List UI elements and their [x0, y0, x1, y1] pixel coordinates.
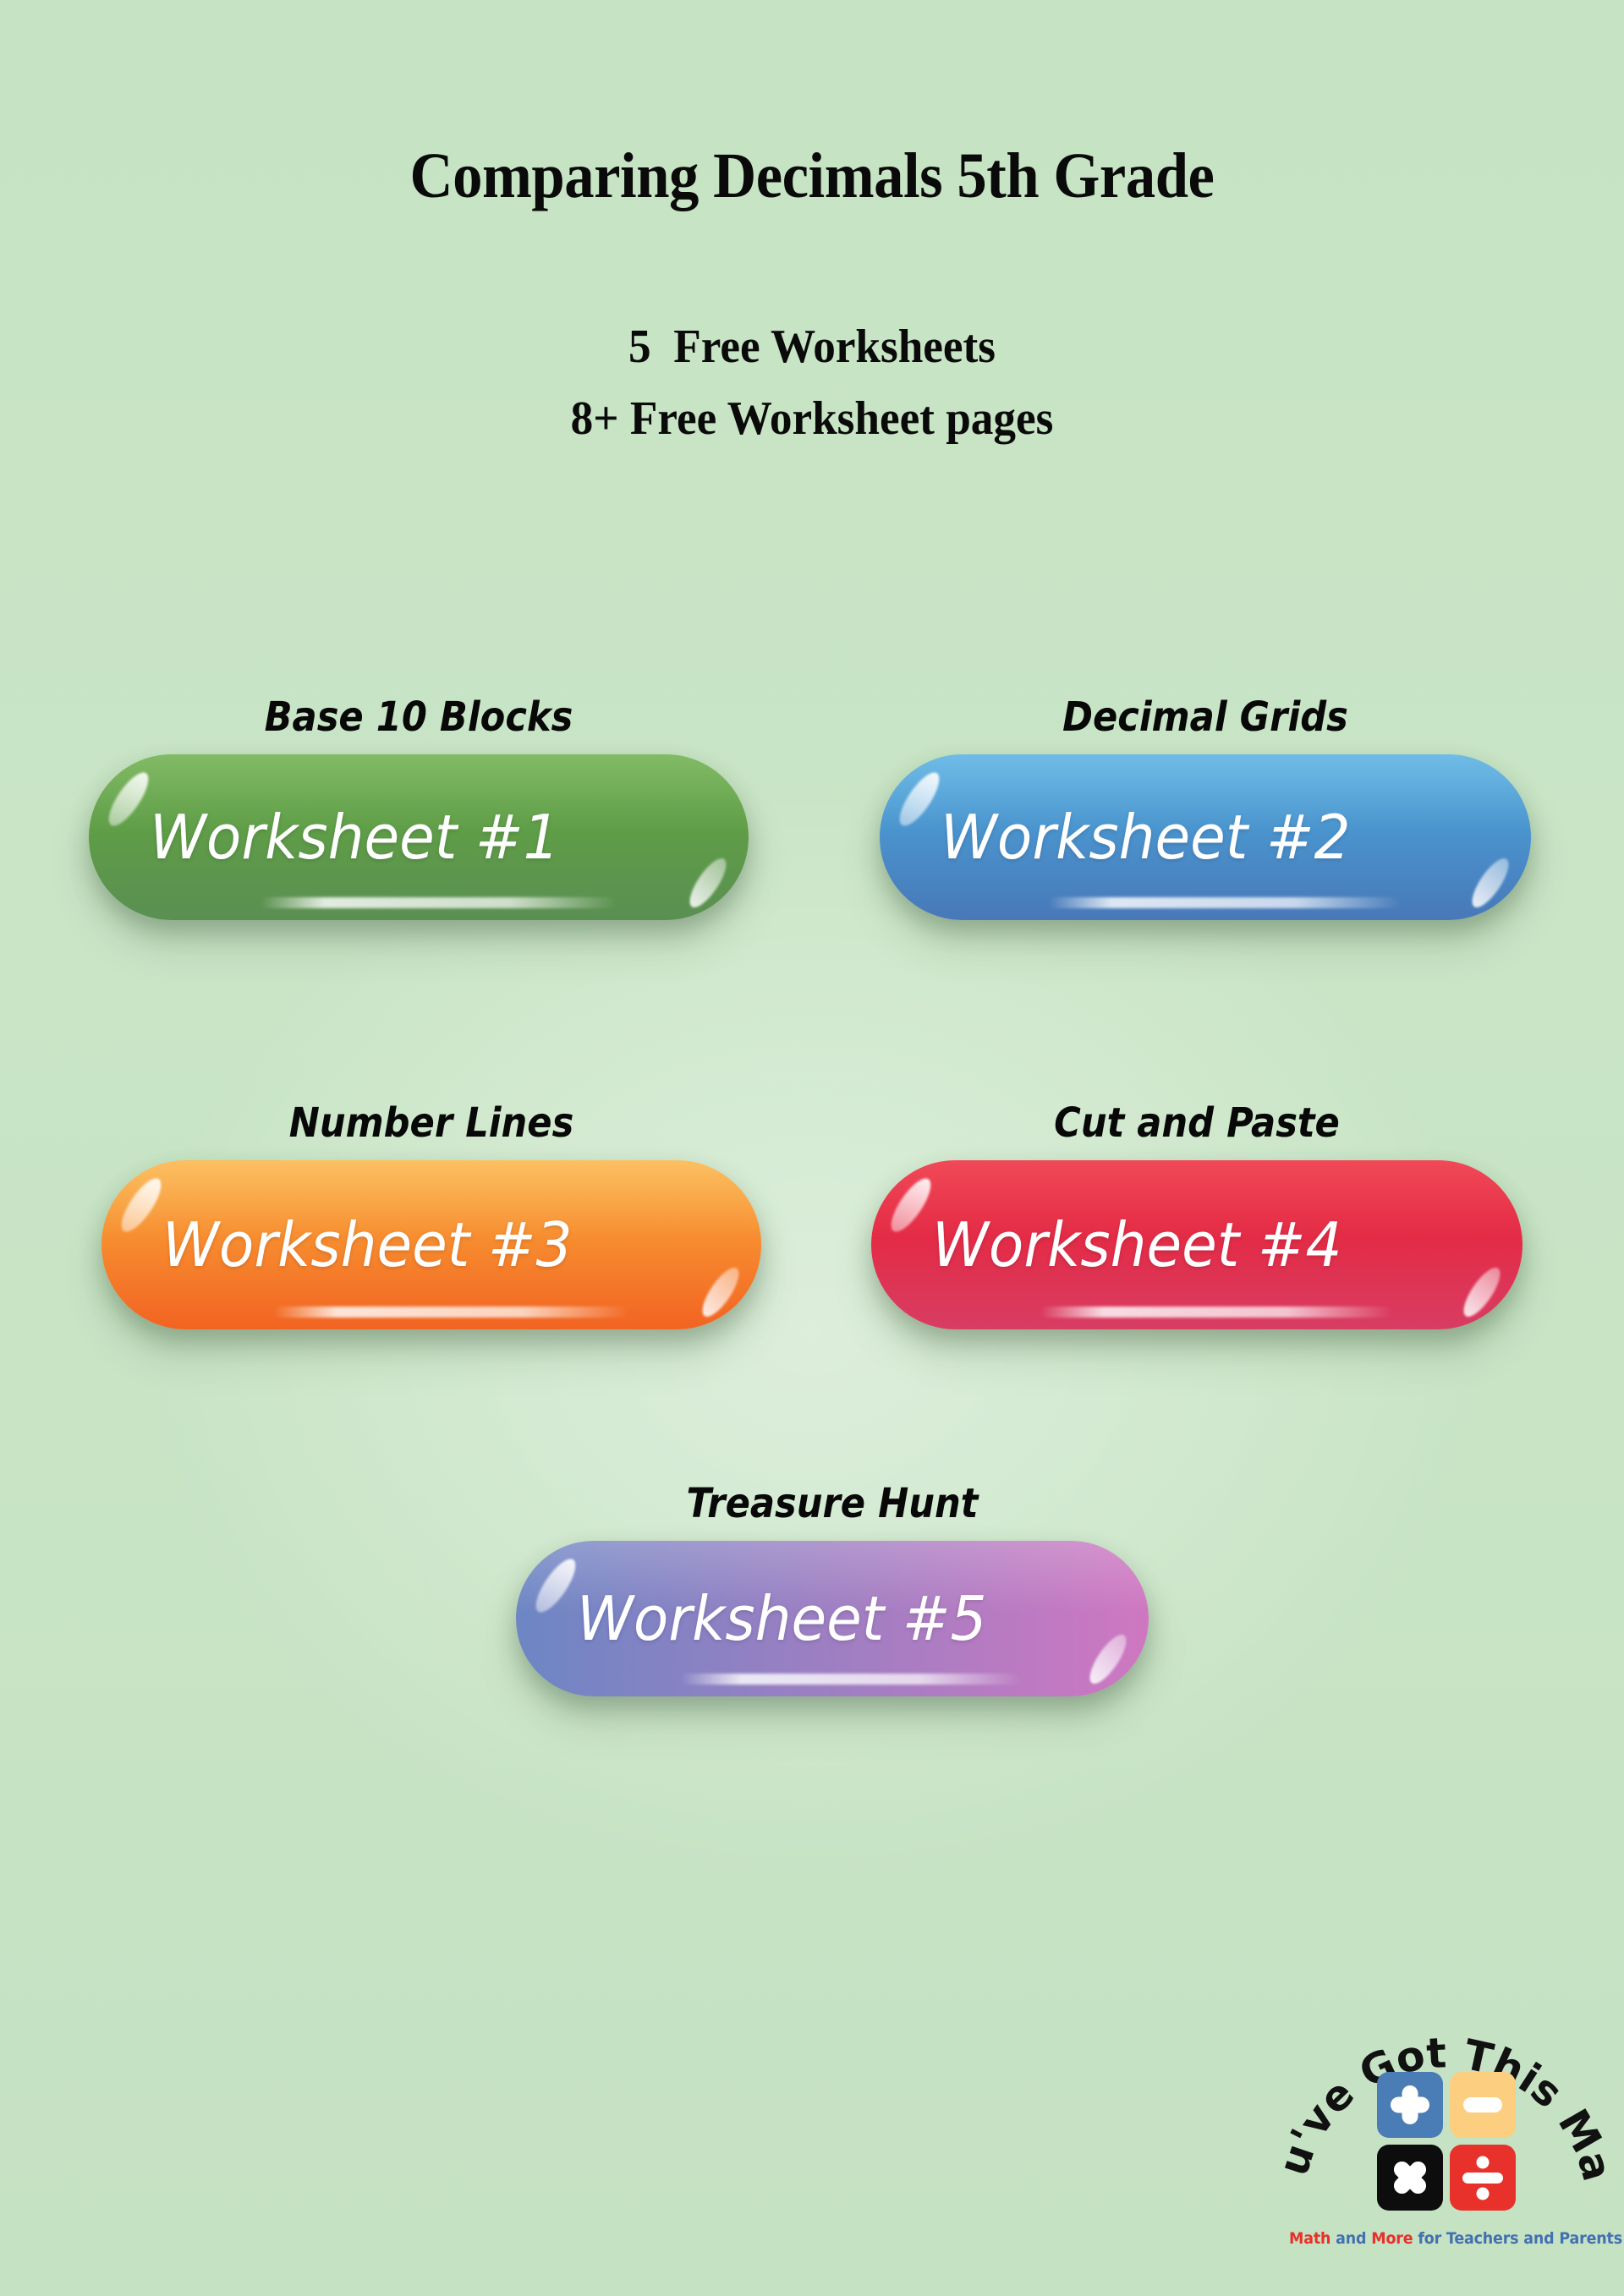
worksheet-button-label-4: Worksheet #4 [932, 1209, 1342, 1280]
subtitle-line-2: 8+ Free Worksheet pages [570, 392, 1054, 446]
multiply-icon [1377, 2145, 1443, 2211]
gloss-streak-bottom-icon [260, 897, 617, 908]
gloss-streak-bottom-icon [272, 1307, 629, 1318]
gloss-highlight-topleft-icon [884, 1173, 938, 1237]
worksheet-caption-5: Treasure Hunt [686, 1480, 979, 1527]
worksheet-button-1[interactable]: Worksheet #1 [89, 754, 749, 920]
worksheet-button-label-2: Worksheet #2 [941, 802, 1351, 873]
worksheet-button-3[interactable]: Worksheet #3 [102, 1160, 761, 1329]
gloss-highlight-bottomright-icon [683, 853, 732, 912]
gloss-highlight-topleft-icon [529, 1553, 583, 1618]
tagline-rest: for Teachers and Parents [1413, 2229, 1622, 2248]
gloss-highlight-bottomright-icon [696, 1263, 745, 1322]
tagline-connector-1: and [1330, 2229, 1372, 2248]
minus-icon [1450, 2072, 1516, 2138]
worksheet-button-label-3: Worksheet #3 [162, 1209, 573, 1280]
tagline-word-math: Math [1289, 2229, 1331, 2248]
worksheet-button-wrap-5: Worksheet #5 [516, 1541, 1149, 1696]
subtitle-block: 5 Free Worksheets 8+ Free Worksheet page… [41, 311, 1583, 455]
gloss-streak-bottom-icon [680, 1674, 1023, 1685]
worksheet-button-wrap-4: Worksheet #4 [871, 1160, 1522, 1329]
gloss-highlight-bottomright-icon [1457, 1263, 1506, 1322]
brand-logo: You've Got This Math [1276, 1945, 1622, 2283]
worksheet-button-5[interactable]: Worksheet #5 [516, 1541, 1149, 1696]
tagline-word-more: More [1371, 2229, 1413, 2248]
worksheet-button-2[interactable]: Worksheet #2 [880, 754, 1531, 920]
page-title: Comparing Decimals 5th Grade [409, 140, 1215, 211]
worksheet-button-wrap-2: Worksheet #2 [880, 754, 1531, 920]
gloss-highlight-bottomright-icon [1084, 1630, 1133, 1689]
gloss-highlight-topleft-icon [114, 1173, 168, 1237]
poster-canvas: Comparing Decimals 5th Grade 5 Free Work… [0, 0, 1624, 2296]
logo-tagline: Math and More for Teachers and Parents [1289, 2229, 1622, 2248]
plus-icon [1377, 2072, 1443, 2138]
worksheet-button-label-5: Worksheet #5 [577, 1583, 987, 1654]
worksheet-cell-5: Treasure Hunt Worksheet #5 [516, 1480, 1149, 1696]
worksheet-cell-1: Base 10 Blocks Worksheet #1 [89, 693, 749, 920]
worksheet-button-4[interactable]: Worksheet #4 [871, 1160, 1522, 1329]
worksheet-caption-3: Number Lines [288, 1099, 574, 1147]
gloss-streak-bottom-icon [1049, 897, 1401, 908]
worksheet-caption-4: Cut and Paste [1054, 1099, 1340, 1147]
subtitle-line-1: 5 Free Worksheets [628, 321, 996, 373]
worksheet-cell-3: Number Lines Worksheet #3 [102, 1099, 761, 1329]
gloss-highlight-topleft-icon [102, 767, 156, 831]
divide-icon [1450, 2145, 1516, 2211]
worksheet-caption-2: Decimal Grids [1062, 693, 1348, 741]
worksheet-button-wrap-1: Worksheet #1 [89, 754, 749, 920]
worksheet-button-wrap-3: Worksheet #3 [102, 1160, 761, 1329]
worksheet-cell-4: Cut and Paste Worksheet #4 [871, 1099, 1522, 1329]
gloss-streak-bottom-icon [1040, 1307, 1392, 1318]
logo-operator-grid [1377, 2072, 1516, 2211]
gloss-highlight-topleft-icon [892, 767, 946, 831]
gloss-highlight-bottomright-icon [1466, 853, 1515, 912]
worksheet-button-label-1: Worksheet #1 [150, 802, 560, 873]
worksheet-caption-1: Base 10 Blocks [264, 693, 573, 741]
worksheet-cell-2: Decimal Grids Worksheet #2 [880, 693, 1531, 920]
